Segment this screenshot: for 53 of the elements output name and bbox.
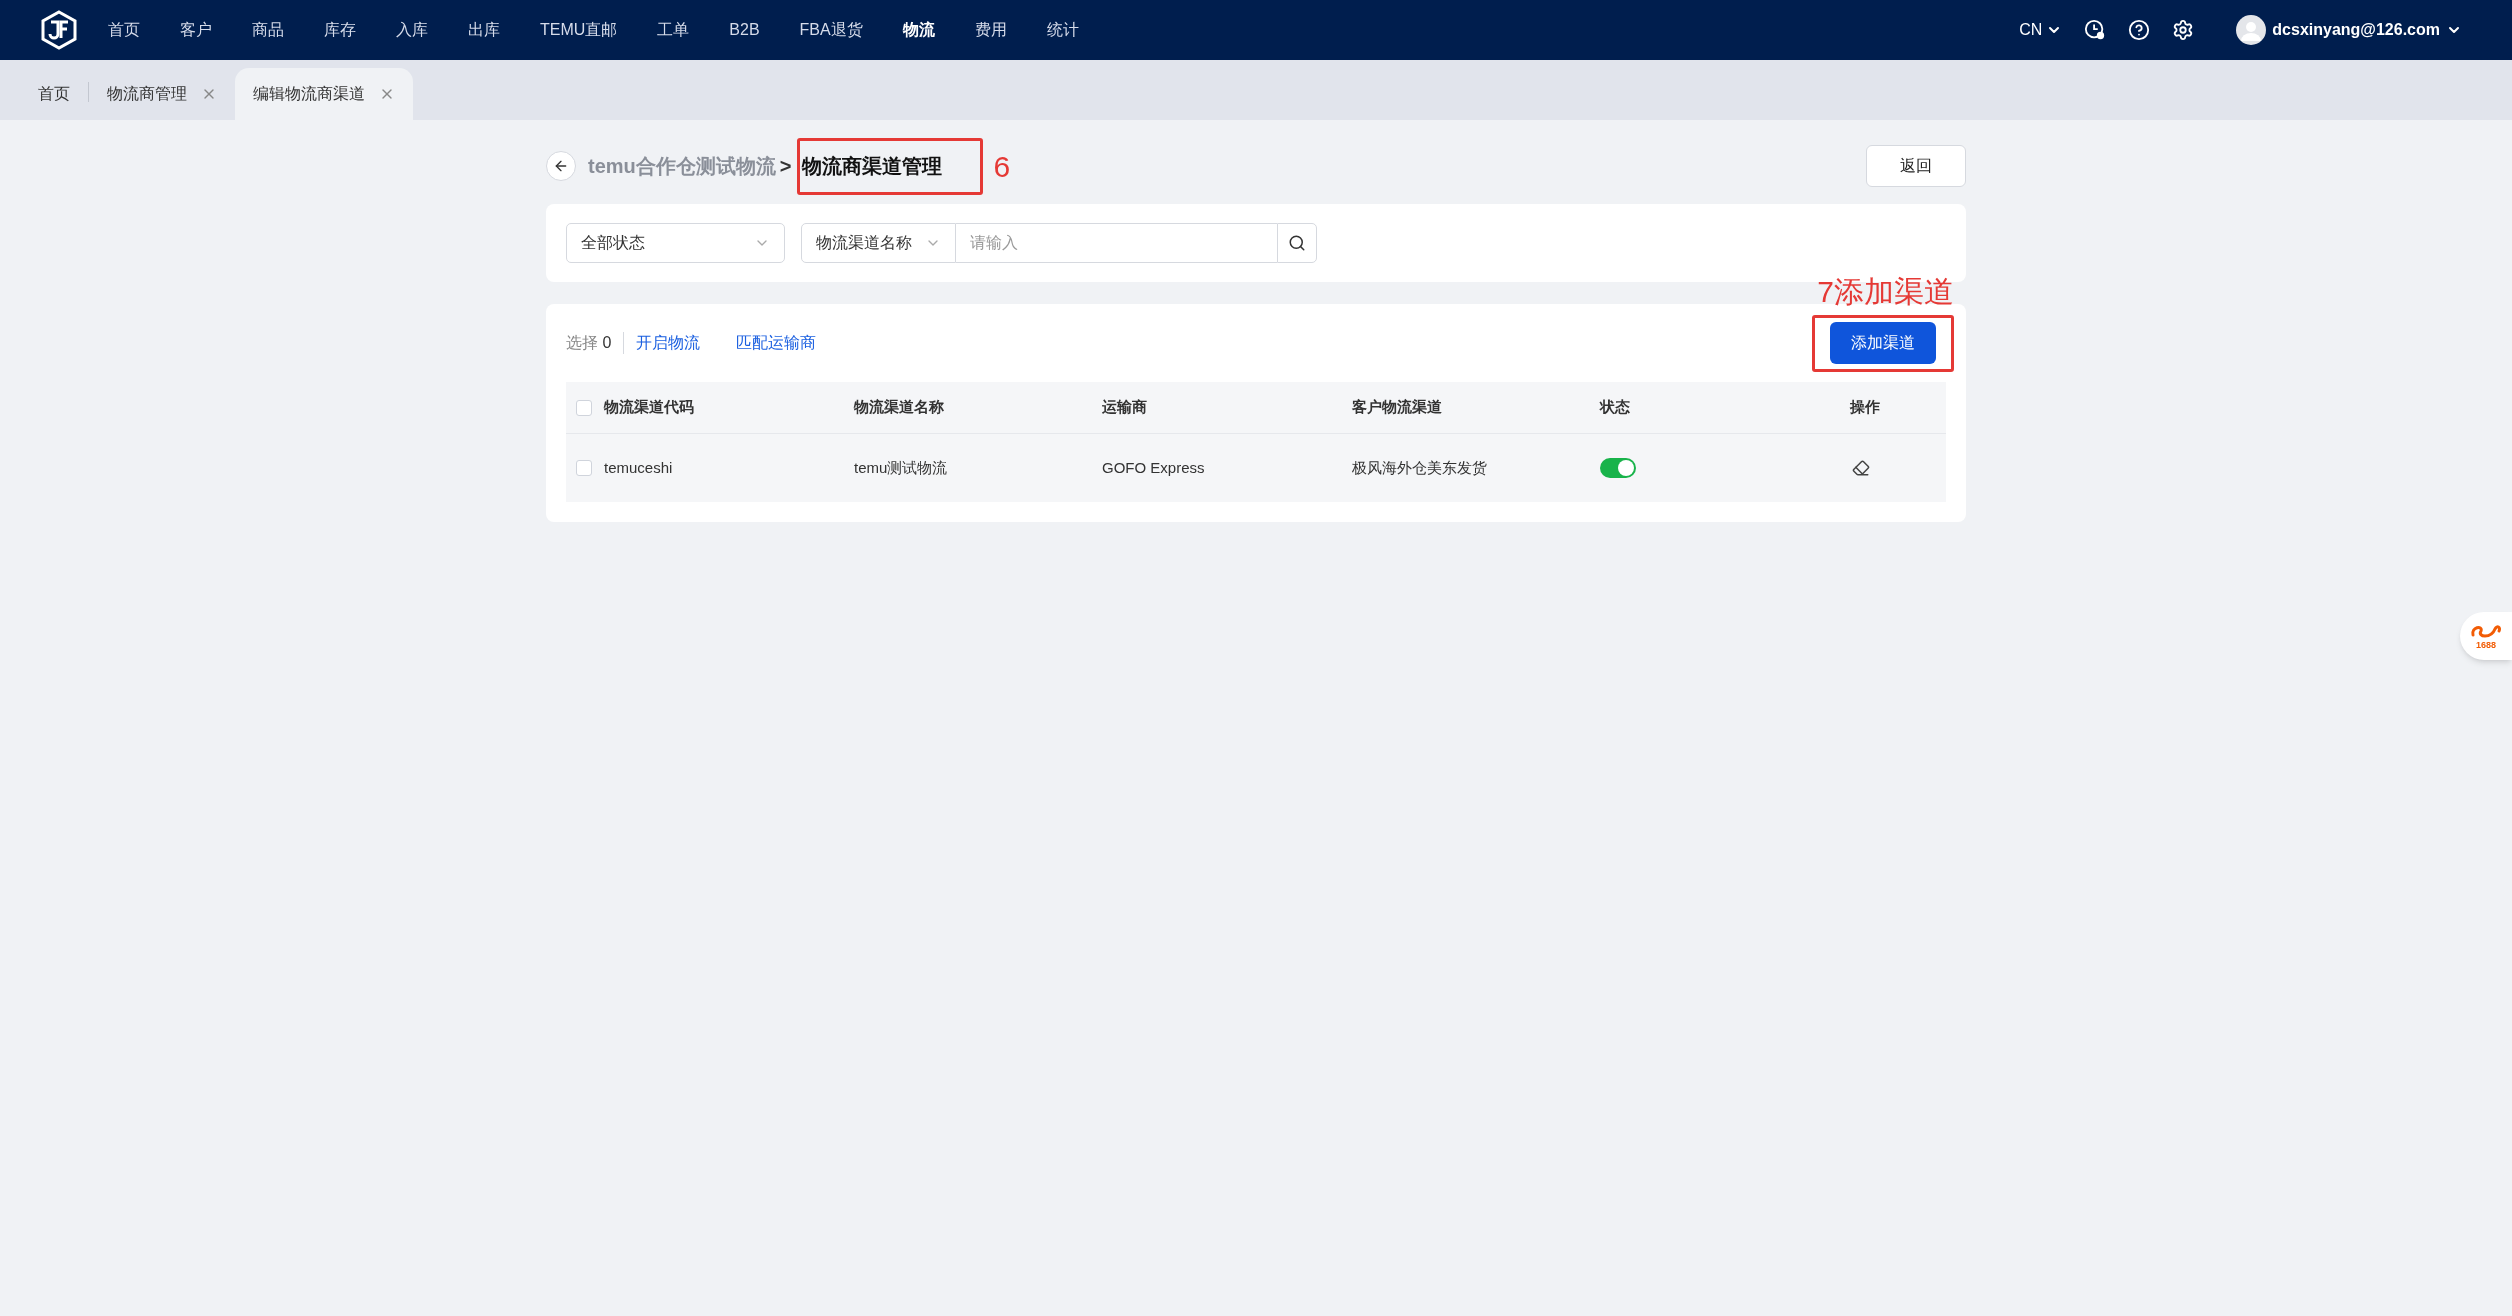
nav-menu-item[interactable]: FBA退货 [799, 18, 863, 42]
settings-icon[interactable] [2172, 19, 2195, 41]
column-header: 物流渠道名称 [854, 397, 944, 418]
table-cell-text: GOFO Express [1102, 457, 1206, 478]
back-button[interactable]: 返回 [1866, 145, 1966, 187]
column-header: 操作 [1850, 397, 1880, 418]
search-icon [1288, 234, 1306, 252]
nav-menu-item[interactable]: 统计 [1046, 18, 1079, 42]
column-header: 物流渠道代码 [604, 397, 694, 418]
nav-menu-item[interactable]: 工单 [657, 18, 690, 42]
selection-count: 选择 0 [566, 333, 612, 353]
status-switch[interactable] [1600, 458, 1636, 478]
avatar-icon[interactable] [2236, 15, 2267, 45]
nav-menu-item[interactable]: 商品 [252, 18, 284, 42]
annotation-label: 6 [993, 148, 1011, 185]
nav-menu-item[interactable]: 出库 [468, 18, 500, 42]
search-button[interactable] [1277, 223, 1317, 263]
table-cell-text: temu测试物流 [854, 457, 949, 478]
nav-menu-item[interactable]: 库存 [324, 18, 356, 42]
nav-menu-item[interactable]: 物流 [902, 18, 935, 42]
page-tab[interactable]: 物流商管理 [89, 68, 235, 120]
edit-icon[interactable] [1852, 459, 1870, 477]
field-select[interactable]: 物流渠道名称 [801, 223, 956, 263]
help-icon[interactable] [2128, 19, 2151, 41]
column-header: 客户物流渠道 [1352, 397, 1442, 418]
column-header: 状态 [1600, 397, 1630, 418]
search-field[interactable]: 请输入 [956, 223, 1277, 263]
nav-menu-item[interactable]: 费用 [974, 18, 1007, 42]
status-select[interactable]: 全部状态 [566, 223, 785, 263]
page-tab[interactable]: 首页 [20, 68, 88, 120]
checkbox[interactable] [576, 460, 592, 476]
badge-text: 1688 [2476, 640, 2496, 650]
breadcrumb-separator: > [779, 154, 792, 179]
table-cell-text: 极风海外仓美东发货 [1352, 457, 1488, 478]
nav-menu-item[interactable]: TEMU直邮 [540, 18, 618, 42]
page-tab[interactable]: 编辑物流商渠道 [235, 68, 413, 120]
language-dropdown[interactable]: CN [2019, 18, 2063, 42]
user-email[interactable]: dcsxinyang@126.com [2272, 18, 2440, 42]
toolbar-link[interactable]: 开启物流 [636, 331, 701, 355]
page-title: 物流商渠道管理 [802, 154, 943, 179]
column-header: 运输商 [1102, 397, 1147, 418]
nav-menu-item[interactable]: 客户 [180, 18, 212, 42]
checkbox[interactable] [576, 399, 592, 416]
table-cell-text: temuceshi [604, 457, 673, 478]
logo-icon [40, 10, 78, 50]
nav-menu-item[interactable]: 入库 [396, 18, 428, 42]
nav-menu-item[interactable]: 首页 [108, 18, 140, 42]
toolbar-link[interactable]: 匹配运输商 [736, 331, 817, 355]
clock-icon[interactable] [2084, 19, 2107, 41]
nav-menu-item[interactable]: B2B [729, 18, 760, 42]
back-arrow-button[interactable] [546, 151, 576, 181]
add-channel-button[interactable]: 添加渠道 [1830, 322, 1936, 364]
annotation-label: 7添加渠道 [1817, 273, 1954, 310]
